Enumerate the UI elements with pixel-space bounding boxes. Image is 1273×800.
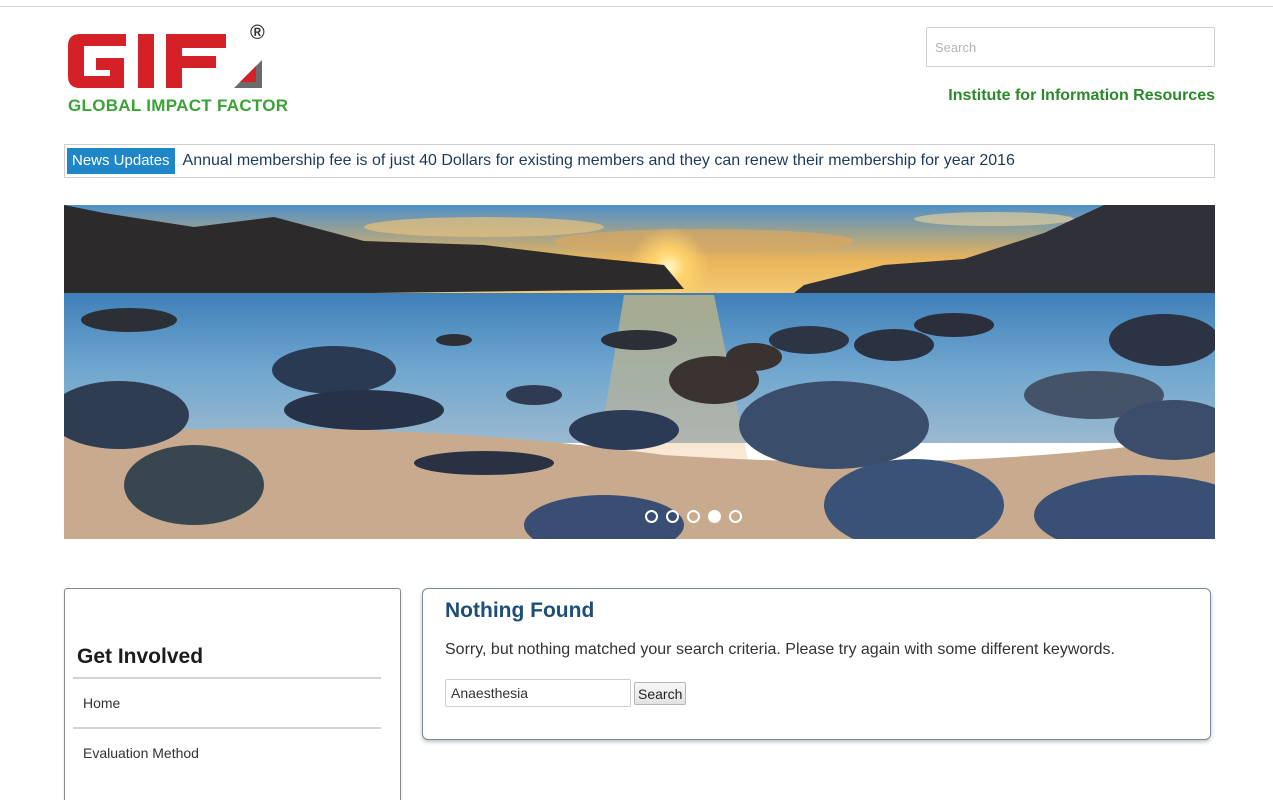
header-search-input[interactable]: [926, 27, 1215, 67]
logo-tagline: GLOBAL IMPACT FACTOR: [68, 96, 289, 115]
search-results-panel: Nothing Found Sorry, but nothing matched…: [422, 588, 1211, 740]
registered-mark: ®: [250, 22, 265, 44]
hero-image: [64, 205, 1215, 539]
sidebar-item-home[interactable]: Home: [73, 677, 381, 727]
institute-link[interactable]: Institute for Information Resources: [948, 87, 1215, 105]
news-ticker-text[interactable]: Annual membership fee is of just 40 Doll…: [183, 152, 1015, 170]
sidebar-item-evaluation-method[interactable]: Evaluation Method: [73, 727, 381, 777]
top-divider: [0, 6, 1273, 7]
slider-dot-3[interactable]: [687, 510, 700, 523]
news-bar: News Updates Annual membership fee is of…: [64, 144, 1215, 178]
slider-dot-4[interactable]: [708, 510, 721, 523]
search-input[interactable]: [445, 679, 631, 707]
slider-dot-5[interactable]: [729, 510, 742, 523]
slider-dot-1[interactable]: [645, 510, 658, 523]
get-involved-panel: Get Involved Home Evaluation Method: [64, 588, 401, 800]
hero-slider[interactable]: [64, 205, 1215, 539]
page-title: Nothing Found: [445, 599, 595, 622]
search-button[interactable]: Search: [634, 682, 687, 705]
no-results-message: Sorry, but nothing matched your search c…: [445, 641, 1115, 658]
news-label: News Updates: [67, 148, 175, 174]
sidebar-menu: Home Evaluation Method: [73, 677, 381, 777]
slider-dot-2[interactable]: [666, 510, 679, 523]
sidebar-title: Get Involved: [77, 645, 204, 668]
slider-dots: [64, 510, 1215, 523]
site-logo[interactable]: ® GLOBAL IMPACT FACTOR: [66, 22, 346, 118]
